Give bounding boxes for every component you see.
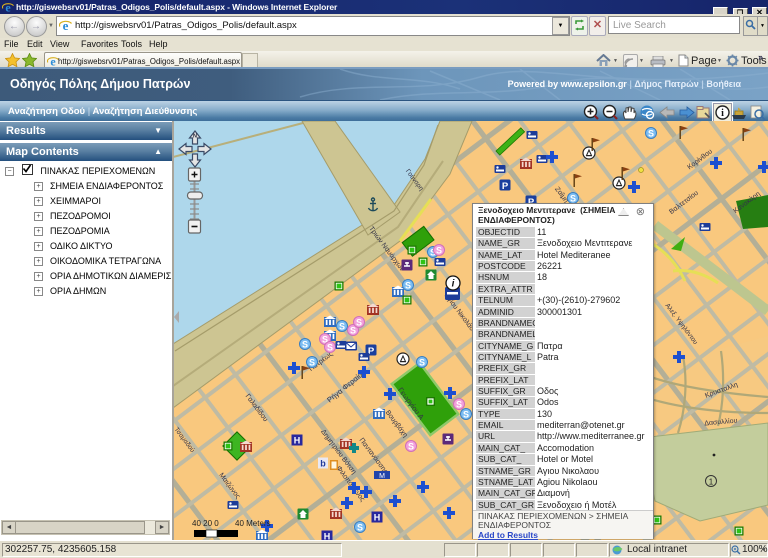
- svg-text:N: N: [193, 134, 197, 140]
- svg-text:40 Meters: 40 Meters: [235, 519, 271, 528]
- svg-text:i: i: [452, 279, 455, 290]
- svg-text:1: 1: [709, 477, 714, 486]
- svg-text:i: i: [721, 108, 724, 119]
- svg-text:e: e: [5, 1, 11, 14]
- svg-text:40 20 0: 40 20 0: [192, 519, 219, 528]
